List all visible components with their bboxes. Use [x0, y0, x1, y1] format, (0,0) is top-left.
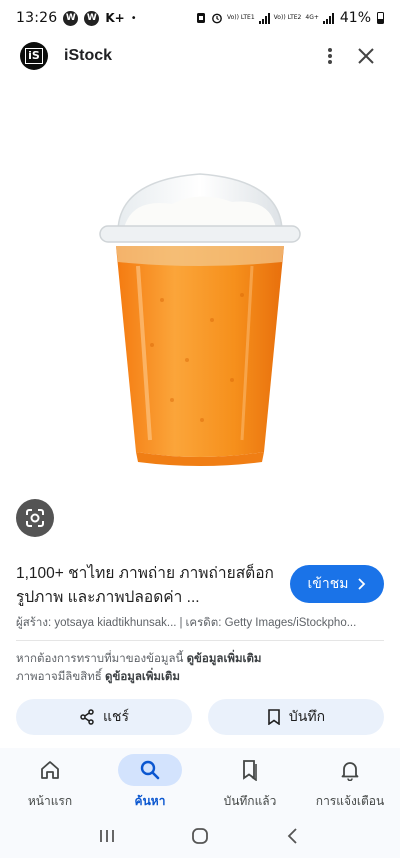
- viewer-header: iS iStock: [0, 36, 400, 76]
- thai-tea-cup-image: [99, 173, 301, 466]
- recents-button[interactable]: [87, 818, 127, 854]
- share-icon: [80, 709, 94, 725]
- nav-home-icon-wrap: [18, 754, 82, 786]
- status-time: 13:26: [16, 10, 58, 26]
- source-notice: หากต้องการทราบที่มาของข้อมูลนี้ ดูข้อมูล…: [16, 650, 384, 686]
- nav-notifications[interactable]: การแจ้งเตือน: [300, 748, 400, 814]
- system-nav-bar: [0, 814, 400, 858]
- sim2-label: Vo)) LTE2: [273, 14, 302, 21]
- credits-line: ผู้สร้าง: yotsaya kiadtikhunsak... | เครดิ…: [16, 614, 384, 632]
- chevron-right-icon: [358, 578, 366, 590]
- nav-search-label: ค้นหา: [134, 794, 166, 808]
- save-button[interactable]: บันทึก: [208, 699, 384, 735]
- notification-more-dot: •: [130, 12, 137, 24]
- share-button[interactable]: แชร์: [16, 699, 192, 735]
- creator-text: ผู้สร้าง: yotsaya kiadtikhunsak...: [16, 617, 177, 629]
- nav-notifications-icon-wrap: [318, 754, 382, 786]
- bell-icon: [341, 762, 359, 781]
- notice-text-2: ภาพอาจมีลิขสิทธิ์: [16, 671, 102, 683]
- sim2-network: 4G+: [305, 14, 319, 21]
- lens-icon: [26, 509, 44, 527]
- more-options-button[interactable]: [312, 38, 348, 74]
- back-button[interactable]: [273, 818, 313, 854]
- signal-1-icon: [258, 12, 270, 24]
- data-saver-icon: [196, 13, 205, 23]
- istock-logo: iS: [20, 42, 48, 70]
- nav-notifications-label: การแจ้งเตือน: [315, 794, 385, 808]
- share-label: แชร์: [102, 708, 130, 724]
- site-name[interactable]: iStock: [64, 47, 312, 65]
- recents-icon: [99, 830, 114, 842]
- close-button[interactable]: [348, 38, 384, 74]
- notification-w-icon: W: [63, 10, 79, 26]
- nav-saved-label: บันทึกแล้ว: [223, 794, 277, 808]
- bookmark-icon: [268, 709, 280, 725]
- nav-home-label: หน้าแรก: [27, 794, 73, 808]
- home-circle-icon: [192, 828, 208, 844]
- credits-separator: |: [179, 617, 183, 629]
- status-right: Vo)) LTE1 Vo)) LTE2 4G+ 41%: [195, 10, 384, 26]
- notice-line-1: หากต้องการทราบที่มาของข้อมูลนี้ ดูข้อมูล…: [16, 650, 384, 668]
- credit-text: เครดิต: Getty Images/iStockpho...: [185, 617, 357, 629]
- save-label: บันทึก: [288, 708, 326, 724]
- google-lens-button[interactable]: [16, 499, 54, 537]
- status-bar: 13:26 W W K+ • Vo)) LTE1 Vo)) LTE2 4G+ 4…: [0, 0, 400, 36]
- notice-text-1: หากต้องการทราบที่มาของข้อมูลนี้: [16, 653, 184, 665]
- nav-saved[interactable]: บันทึกแล้ว: [200, 748, 300, 814]
- divider: [16, 640, 384, 641]
- battery-icon: [377, 12, 384, 24]
- signal-2-icon: [322, 12, 334, 24]
- visit-label: เข้าชม: [307, 575, 349, 591]
- more-vert-icon: [328, 48, 332, 64]
- image-preview[interactable]: [0, 84, 400, 552]
- action-row: แชร์ บันทึก: [16, 699, 384, 735]
- home-icon: [41, 761, 59, 779]
- logo-text: iS: [25, 48, 43, 64]
- notification-k-icon: K+: [105, 11, 125, 25]
- nav-saved-icon-wrap: [218, 754, 282, 786]
- search-icon: [140, 760, 160, 780]
- saved-icon: [243, 760, 257, 781]
- notice-line-2: ภาพอาจมีลิขสิทธิ์ ดูข้อมูลเพิ่มเติม: [16, 668, 384, 686]
- bottom-nav: หน้าแรก ค้นหา บันทึกแล้ว การแจ้งเตือน: [0, 748, 400, 814]
- alarm-icon: [212, 13, 222, 24]
- close-icon: [358, 48, 374, 64]
- learn-more-link-2[interactable]: ดูข้อมูลเพิ่มเติม: [105, 671, 180, 683]
- home-system-button[interactable]: [180, 818, 220, 854]
- result-title[interactable]: 1,100+ ชาไทย ภาพถ่าย ภาพถ่ายสต็อก รูปภาพ…: [16, 562, 278, 610]
- visit-button[interactable]: เข้าชม: [290, 565, 384, 603]
- battery-percent: 41%: [339, 10, 371, 26]
- nav-home[interactable]: หน้าแรก: [0, 748, 100, 814]
- nav-search[interactable]: ค้นหา: [100, 748, 200, 814]
- sim1-label: Vo)) LTE1: [226, 14, 255, 21]
- back-icon: [288, 828, 297, 844]
- learn-more-link-1[interactable]: ดูข้อมูลเพิ่มเติม: [187, 653, 262, 665]
- status-left: 13:26 W W K+ •: [16, 10, 137, 26]
- nav-search-icon-wrap: [118, 754, 182, 786]
- notification-w-icon-2: W: [84, 10, 100, 26]
